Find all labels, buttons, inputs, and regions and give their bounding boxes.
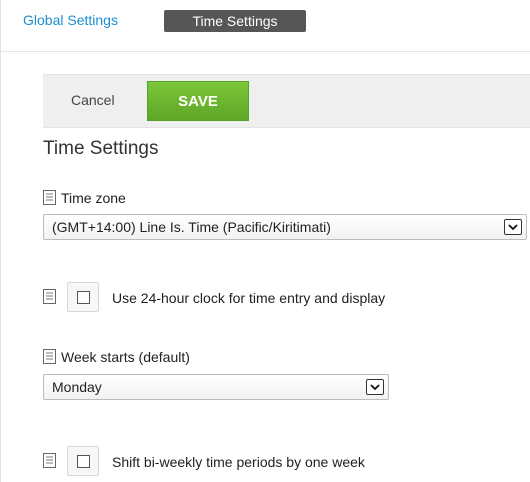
shift-biweekly-checkbox[interactable] (67, 446, 99, 476)
cancel-button[interactable]: Cancel (71, 92, 115, 108)
chevron-down-icon[interactable] (366, 379, 384, 395)
week-start-select[interactable]: Monday (43, 374, 389, 400)
checkbox-box (77, 291, 90, 304)
checkbox-box (77, 455, 90, 468)
section-title: Time Settings (43, 138, 159, 159)
timezone-select[interactable]: (GMT+14:00) Line Is. Time (Pacific/Kirit… (43, 214, 527, 240)
clock24-label: Use 24-hour clock for time entry and dis… (112, 290, 386, 306)
tab-global-settings[interactable]: Global Settings (23, 12, 118, 28)
document-icon[interactable] (43, 190, 56, 205)
chevron-down-icon[interactable] (504, 219, 522, 235)
timezone-label: Time zone (61, 190, 126, 206)
tab-time-settings[interactable]: Time Settings (164, 10, 306, 32)
week-start-label: Week starts (default) (61, 349, 190, 365)
clock24-checkbox[interactable] (67, 282, 99, 312)
settings-panel: Global Settings Time Settings Cancel SAV… (0, 0, 530, 482)
timezone-value: (GMT+14:00) Line Is. Time (Pacific/Kirit… (52, 219, 331, 235)
document-icon[interactable] (43, 289, 56, 304)
tab-bar: Global Settings Time Settings (1, 0, 530, 52)
document-icon[interactable] (43, 453, 56, 468)
save-button[interactable]: SAVE (147, 81, 249, 121)
action-bar: Cancel SAVE (43, 74, 530, 128)
week-start-value: Monday (52, 379, 102, 395)
shift-biweekly-label: Shift bi-weekly time periods by one week (112, 454, 365, 470)
document-icon[interactable] (43, 349, 56, 364)
